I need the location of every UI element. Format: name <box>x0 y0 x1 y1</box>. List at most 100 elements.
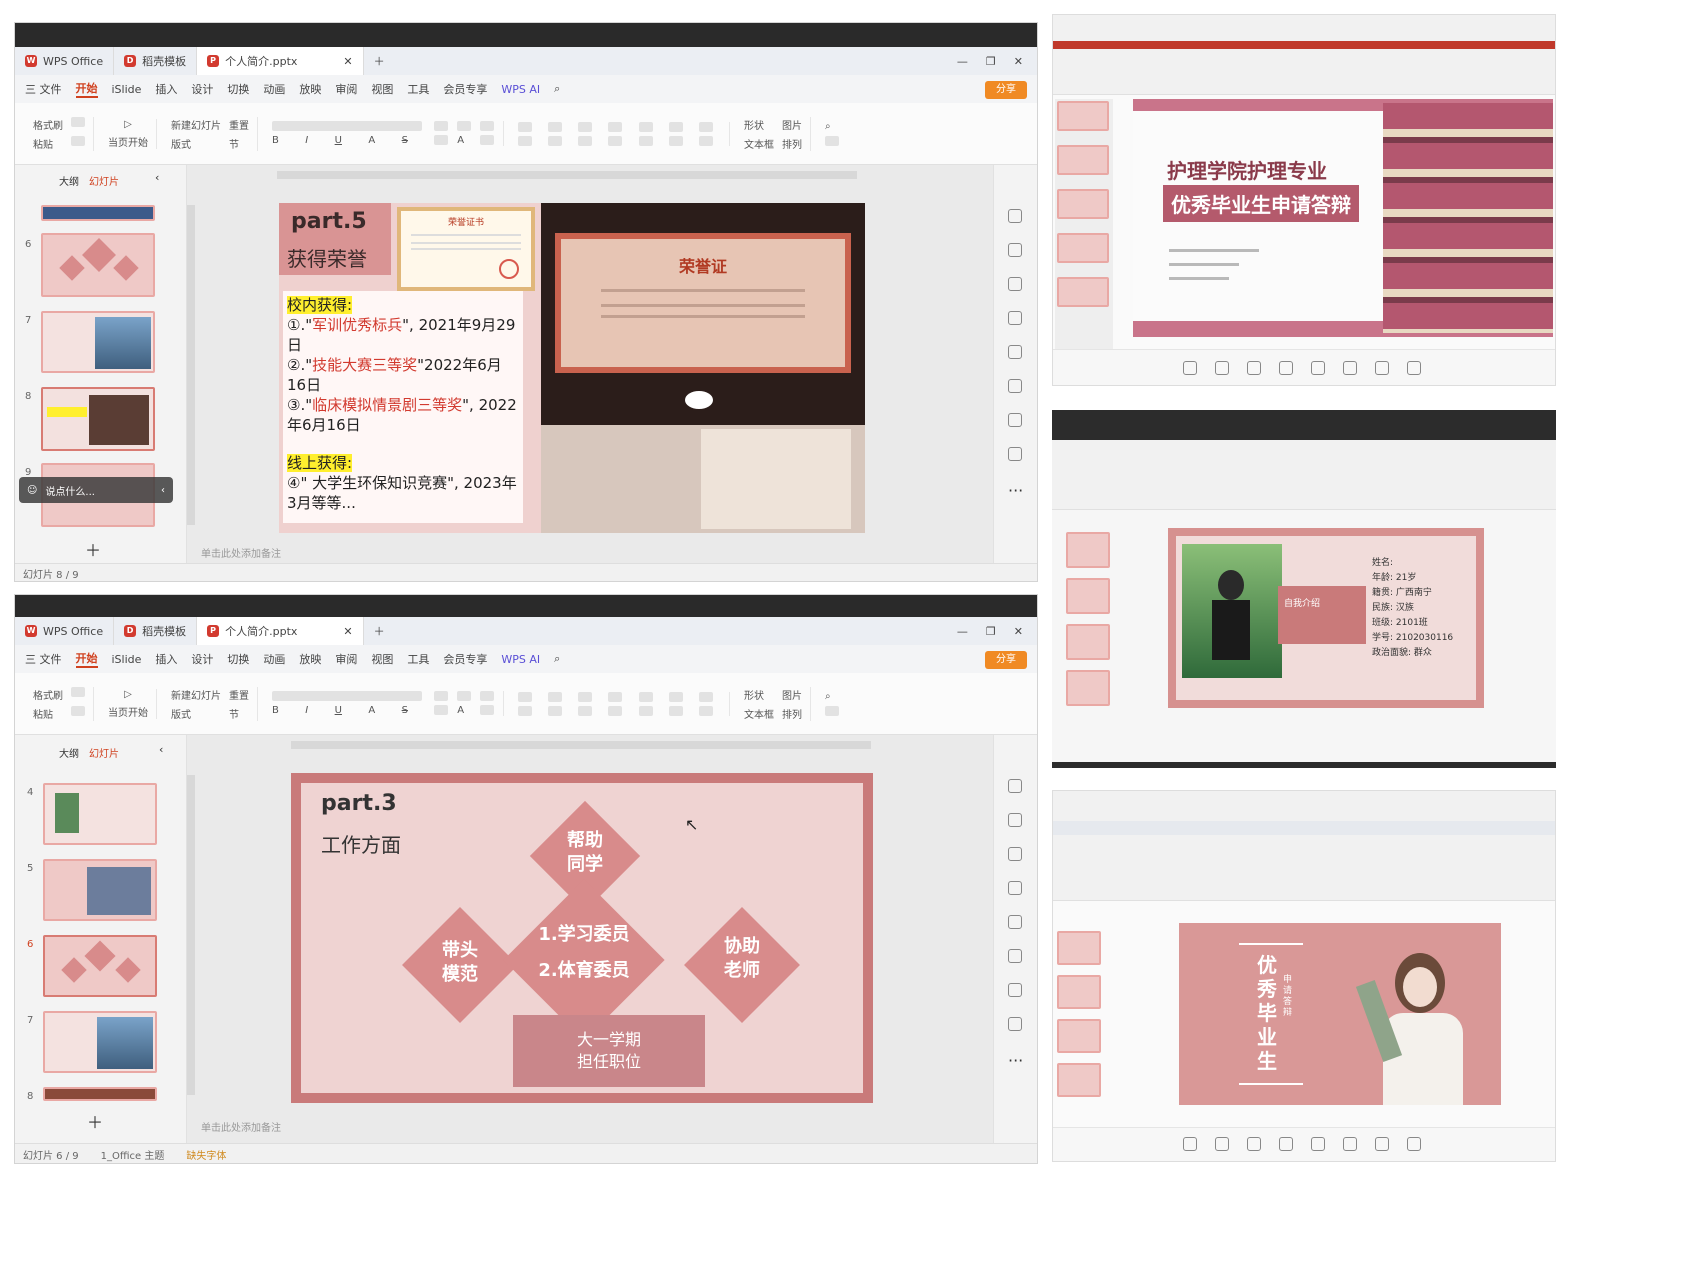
minimize-icon[interactable]: — <box>957 625 968 638</box>
slide-thumbnail[interactable] <box>41 233 155 297</box>
align-text-icon[interactable] <box>698 135 713 146</box>
tool-icon[interactable] <box>1008 915 1022 929</box>
tool-icon[interactable] <box>1008 847 1022 861</box>
camera-icon[interactable] <box>1215 1137 1229 1151</box>
search-icon[interactable]: ⌕ <box>554 82 560 96</box>
slide-thumbnail-selected[interactable] <box>43 935 157 997</box>
format-painter-button[interactable]: 格式刷 <box>33 117 63 132</box>
more-icon[interactable]: ··· <box>1008 481 1023 500</box>
slide-thumbnail[interactable] <box>43 859 157 921</box>
font-shrink-icon[interactable] <box>457 121 472 131</box>
notes-hint[interactable]: 单击此处添加备注 <box>201 1119 281 1134</box>
close-icon[interactable]: ✕ <box>343 55 352 68</box>
font-name-field[interactable] <box>272 121 422 131</box>
slides-tab[interactable]: 幻灯片 <box>89 173 119 188</box>
mic-icon[interactable] <box>1183 1137 1197 1151</box>
menu-wps-ai[interactable]: WPS AI <box>501 83 540 96</box>
tool-icon[interactable] <box>1008 447 1022 461</box>
slide-thumbnail[interactable] <box>1057 233 1109 263</box>
slide-thumbnail[interactable] <box>1066 624 1110 660</box>
minimize-icon[interactable]: — <box>957 55 968 68</box>
layout-button[interactable]: 版式 <box>171 136 221 151</box>
menu-slideshow[interactable]: 放映 <box>299 651 321 667</box>
menu-file[interactable]: 三 文件 <box>25 81 62 97</box>
apps-icon[interactable] <box>1375 1137 1389 1151</box>
slide-thumbnail[interactable] <box>1057 975 1101 1009</box>
clear-format-icon[interactable] <box>480 691 495 701</box>
tool-icon[interactable] <box>1008 345 1022 359</box>
indent-icon[interactable] <box>578 691 593 702</box>
emoji-icon[interactable]: ☺ <box>27 485 37 496</box>
strike-icon[interactable]: S <box>402 705 427 716</box>
shape-button[interactable]: 形状 <box>744 117 774 132</box>
clear-format-icon[interactable] <box>480 121 495 131</box>
menu-insert[interactable]: 插入 <box>155 651 177 667</box>
share-icon[interactable] <box>1279 1137 1293 1151</box>
select-icon[interactable] <box>825 136 839 146</box>
align-left-icon[interactable] <box>518 705 532 716</box>
align-right-icon[interactable] <box>578 135 593 146</box>
cover-slide[interactable]: 优 秀 毕 业 生 申请答辩 <box>1179 923 1501 1105</box>
slide-thumbnail[interactable] <box>1057 1019 1101 1053</box>
font-shrink-icon[interactable] <box>457 691 472 701</box>
chat-icon[interactable] <box>1343 1137 1357 1151</box>
text-direction-icon[interactable] <box>668 121 683 132</box>
share-button[interactable]: 分享 <box>985 81 1027 99</box>
select-icon[interactable] <box>825 706 839 716</box>
new-slide-button[interactable]: 新建幻灯片 <box>171 117 221 132</box>
search-icon[interactable]: ⌕ <box>554 652 560 666</box>
menu-review[interactable]: 审阅 <box>335 81 357 97</box>
tab-template[interactable]: D 稻壳模板 <box>114 47 198 75</box>
menu-design[interactable]: 设计 <box>191 651 213 667</box>
new-tab-button[interactable]: ＋ <box>364 47 395 75</box>
align-right-icon[interactable] <box>578 705 593 716</box>
shadow-icon[interactable]: A <box>368 705 393 716</box>
share-button[interactable]: 分享 <box>985 651 1027 669</box>
menu-design[interactable]: 设计 <box>191 81 213 97</box>
shadow-icon[interactable]: A <box>368 135 393 146</box>
more-icon[interactable]: ··· <box>1008 1051 1023 1070</box>
slide-thumbnail[interactable] <box>43 1087 157 1101</box>
strike-icon[interactable]: S <box>402 135 427 146</box>
shape-button[interactable]: 形状 <box>744 687 774 702</box>
tool-icon[interactable] <box>1008 413 1022 427</box>
maximize-icon[interactable]: ❐ <box>986 625 996 638</box>
slides-tab[interactable]: 幻灯片 <box>89 745 119 760</box>
bold-icon[interactable]: B <box>272 705 297 716</box>
align-center-icon[interactable] <box>548 705 563 716</box>
menu-islide[interactable]: iSlide <box>112 83 142 96</box>
arrange-button[interactable]: 排列 <box>782 136 802 151</box>
outline-tab[interactable]: 大纲 <box>59 173 79 188</box>
align-left-icon[interactable] <box>518 135 532 146</box>
tool-icon[interactable] <box>1008 243 1022 257</box>
add-slide-button[interactable]: ＋ <box>87 1109 103 1133</box>
maximize-icon[interactable]: ❐ <box>986 55 996 68</box>
tool-icon[interactable] <box>1008 983 1022 997</box>
tab-pptx[interactable]: P 个人简介.pptx ✕ <box>197 617 364 645</box>
tool-icon[interactable] <box>1008 779 1022 793</box>
superscript-icon[interactable] <box>434 705 449 715</box>
apps-icon[interactable] <box>1375 361 1389 375</box>
share-icon[interactable] <box>1279 361 1293 375</box>
text-direction-icon[interactable] <box>668 691 683 702</box>
reset-button[interactable]: 重置 <box>229 117 249 132</box>
menu-home[interactable]: 开始 <box>75 80 98 98</box>
menu-transition[interactable]: 切换 <box>227 81 249 97</box>
menu-islide[interactable]: iSlide <box>112 653 142 666</box>
convert-icon[interactable] <box>698 121 713 132</box>
menu-wps-ai[interactable]: WPS AI <box>501 653 540 666</box>
menu-review[interactable]: 审阅 <box>335 651 357 667</box>
align-center-icon[interactable] <box>548 135 563 146</box>
copy-icon[interactable] <box>71 135 85 146</box>
distribute-icon[interactable] <box>638 705 653 716</box>
indent-icon[interactable] <box>578 121 593 132</box>
notes-hint[interactable]: 单击此处添加备注 <box>201 545 281 560</box>
paste-button[interactable]: 粘贴 <box>33 136 63 151</box>
members-icon[interactable] <box>1247 1137 1261 1151</box>
tab-pptx[interactable]: P 个人简介.pptx ✕ <box>197 47 364 75</box>
record-icon[interactable] <box>1311 1137 1325 1151</box>
tool-icon[interactable] <box>1008 379 1022 393</box>
convert-icon[interactable] <box>698 691 713 702</box>
picture-button[interactable]: 图片 <box>782 117 802 132</box>
distribute-icon[interactable] <box>638 135 653 146</box>
